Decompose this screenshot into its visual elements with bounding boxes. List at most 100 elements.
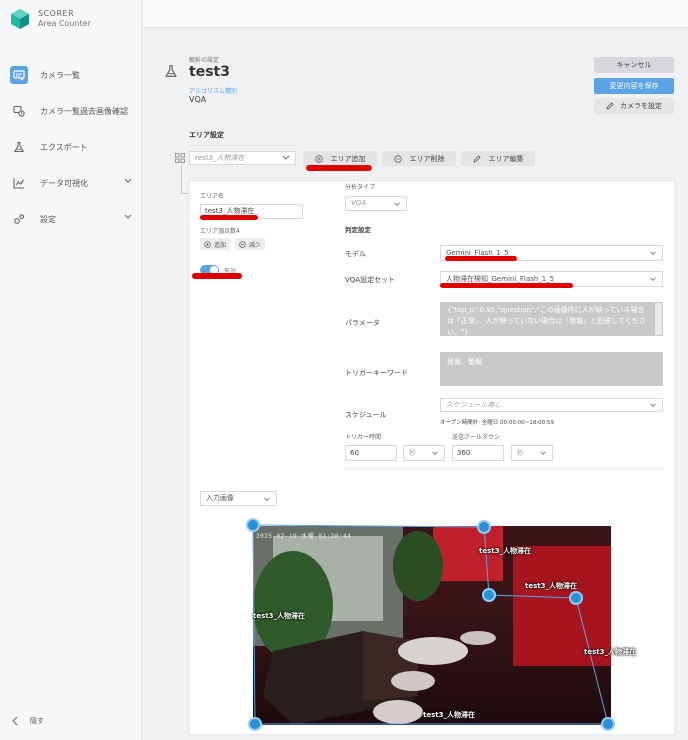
brand-name: SCORER [38, 9, 75, 18]
sidebar-item-label: カメラ一覧 [40, 70, 80, 80]
algorithm-type-label: アルゴリズム種別 [189, 88, 237, 95]
flask-icon [10, 138, 28, 156]
grid-icon [175, 153, 185, 163]
delete-area-label: エリア削除 [409, 154, 445, 163]
schedule-select[interactable]: スケジュール無し [440, 398, 663, 412]
hide-label: 隠す [30, 717, 44, 725]
sidebar-item-export[interactable]: エクスポート [0, 129, 142, 165]
cooldown-label: 送信クールダウン [452, 434, 501, 441]
pencil-icon [472, 154, 481, 163]
vertex-handle[interactable] [248, 717, 262, 731]
judge-settings-heading: 判定設定 [345, 226, 371, 234]
image-source-value: 入力画像 [206, 494, 234, 502]
history-icon [10, 102, 28, 120]
add-area-label: エリア追加 [330, 154, 366, 163]
chevron-left-icon [12, 716, 18, 726]
open-hours-text: オープン時間外: 全曜日 00:00:00~18:00:59 [440, 420, 555, 426]
model-label: モデル [345, 250, 366, 258]
vertex-handle[interactable] [477, 520, 491, 534]
chevron-down-icon [650, 251, 656, 255]
cooldown-unit: 秒 [517, 449, 524, 457]
camera-list-icon [10, 66, 28, 84]
chevron-down-icon [124, 214, 132, 219]
divider [345, 468, 663, 469]
chevron-down-icon [650, 403, 656, 407]
trigger-time-unit: 秒 [409, 449, 416, 457]
trigger-time-input[interactable]: 60 [345, 445, 397, 461]
gear-icon [10, 210, 28, 228]
area-polygon-overlay [246, 518, 615, 731]
analysis-type-select[interactable]: VQA [345, 196, 407, 211]
region-label: test3_人物滞在 [253, 612, 305, 620]
hide-sidebar-button[interactable]: 隠す [12, 716, 44, 726]
add-vertex-button[interactable]: 追加 [200, 238, 231, 250]
chevron-down-icon [264, 497, 270, 501]
annotation-mark [440, 283, 573, 288]
trigger-time-label: トリガー時間 [345, 434, 382, 441]
sidebar: SCORER Area Counter カメラ一覧 カメラ一覧過去画像確認 エク… [0, 0, 142, 740]
schedule-value: スケジュール無し [446, 401, 502, 409]
cooldown-unit-select[interactable]: 秒 [511, 445, 553, 461]
parameter-scrollbar[interactable] [655, 303, 662, 335]
sidebar-item-camera-list[interactable]: カメラ一覧 [0, 57, 142, 93]
set-camera-button[interactable]: カメラを設定 [594, 98, 674, 114]
parameter-label: パラメータ [345, 319, 380, 327]
brand: SCORER Area Counter [10, 8, 91, 30]
delete-area-button[interactable]: エリア削除 [382, 151, 456, 166]
vertex-handle[interactable] [569, 591, 583, 605]
chevron-down-icon [650, 277, 656, 281]
region-label: test3_人物滞在 [584, 648, 636, 656]
sidebar-item-label: データ可視化 [40, 178, 88, 188]
plus-circle-icon [314, 154, 323, 163]
sidebar-item-data-visualization[interactable]: データ可視化 [0, 165, 142, 201]
reduce-vertex-button[interactable]: 減少 [235, 238, 266, 250]
reduce-vertex-label: 減少 [249, 241, 262, 249]
algorithm-type-value: VQA [189, 95, 207, 104]
sidebar-nav: カメラ一覧 カメラ一覧過去画像確認 エクスポート データ可視化 設定 [0, 57, 142, 237]
trigger-keyword-label: トリガーキーワード [345, 369, 408, 377]
area-name-label: エリア名 [200, 193, 225, 200]
image-source-select[interactable]: 入力画像 [200, 491, 277, 506]
edit-area-label: エリア編集 [488, 154, 524, 163]
area-select[interactable]: test3_人物滞在 [189, 151, 296, 165]
chart-icon [10, 174, 28, 192]
area-settings-heading: エリア設定 [189, 131, 224, 139]
vqa-set-label: VQA設定セット [345, 276, 396, 284]
sidebar-item-history[interactable]: カメラ一覧過去画像確認 [0, 93, 142, 129]
trigger-time-unit-select[interactable]: 秒 [403, 445, 445, 461]
chevron-down-icon [124, 178, 132, 183]
flask-icon [165, 65, 177, 77]
region-label: test3_人物滞在 [525, 582, 577, 590]
chevron-down-icon [282, 155, 290, 160]
vertex-handle[interactable] [482, 588, 496, 602]
save-changes-button[interactable]: 変更内容を保存 [594, 78, 674, 94]
analysis-type-label: 分析タイプ [345, 184, 376, 191]
top-bar [143, 0, 688, 28]
edit-area-button[interactable]: エリア編集 [461, 151, 535, 166]
sidebar-item-label: エクスポート [40, 142, 88, 152]
add-vertex-label: 追加 [214, 241, 227, 249]
annotation-mark [445, 256, 517, 261]
add-area-button[interactable]: エリア追加 [303, 151, 377, 166]
area-select-value: test3_人物滞在 [195, 154, 245, 162]
sidebar-item-settings[interactable]: 設定 [0, 201, 142, 237]
annotation-mark [306, 165, 372, 171]
scorer-logo-icon [11, 9, 29, 29]
region-label: test3_人物滞在 [479, 547, 531, 555]
cancel-button[interactable]: キャンセル [594, 57, 674, 73]
chevron-down-icon [394, 202, 400, 206]
chevron-down-icon [540, 451, 546, 455]
vqa-set-value: 人物滞在検知_Gemini_Flash_1_5 [446, 275, 555, 283]
vertex-handle[interactable] [246, 518, 260, 532]
sidebar-item-label: 設定 [40, 214, 56, 224]
tree-connector [181, 165, 182, 193]
parameter-textarea[interactable]: {"top_p":0.95,"question":"この画像内に人が映っている場… [440, 302, 663, 336]
trigger-keyword-textarea[interactable]: 発報、警報 [440, 352, 663, 386]
cooldown-input[interactable]: 360 [452, 445, 504, 461]
annotation-mark [200, 215, 258, 220]
pencil-icon [606, 102, 614, 110]
vertex-handle[interactable] [601, 717, 615, 731]
brand-product: Area Counter [38, 19, 91, 28]
set-camera-label: カメラを設定 [620, 102, 662, 110]
parameter-value: {"top_p":0.95,"question":"この画像内に人が映っている場… [447, 306, 646, 336]
